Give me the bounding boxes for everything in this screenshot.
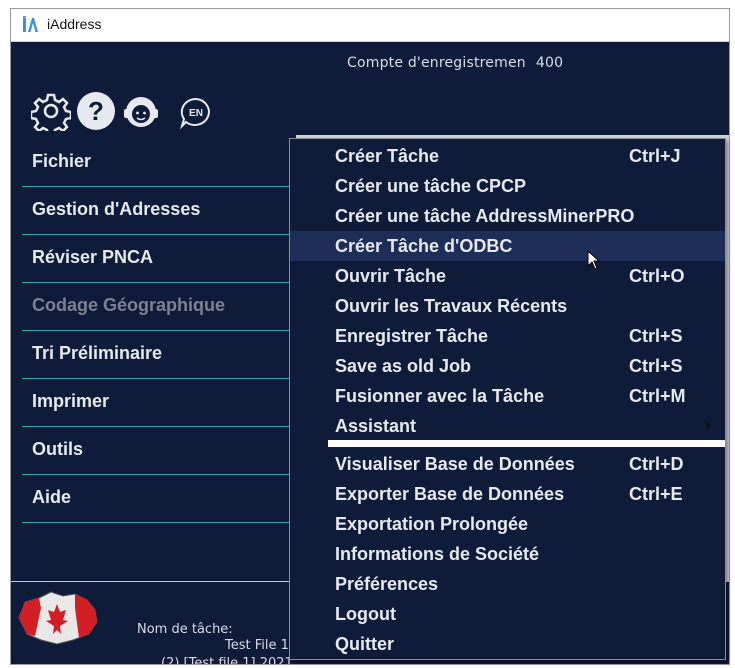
menu-item-shortcut: Ctrl+S	[629, 326, 683, 346]
nav-item-label: Fichier	[32, 151, 92, 171]
nav-item-label: Outils	[32, 439, 84, 459]
help-icon[interactable]: ?	[76, 91, 116, 131]
menu-item-shortcut: Ctrl+S	[629, 356, 683, 376]
menu-item-label: Exportation Prolongée	[335, 514, 529, 534]
menu-item-exportation-prolongee[interactable]: Exportation Prolongée	[290, 509, 725, 539]
menu-item-shortcut: Ctrl+O	[629, 266, 685, 286]
menu-item-save-as-old-job[interactable]: Save as old Job Ctrl+S	[290, 351, 725, 381]
mouse-cursor-icon	[587, 250, 601, 270]
nav-item-label: Codage Géographique	[32, 295, 226, 315]
app-logo-icon	[23, 16, 38, 32]
submenu-arrow-icon	[706, 421, 711, 431]
menu-item-ouvrir-les-travaux-recents[interactable]: Ouvrir les Travaux Récents	[290, 291, 725, 321]
menu-item-exporter-base-de-donnees[interactable]: Exporter Base de Données Ctrl+E	[290, 479, 725, 509]
nav-item-label: Tri Préliminaire	[32, 343, 163, 363]
menu-item-label: Créer une tâche CPCP	[335, 176, 527, 196]
nav-item-codage-geographique: Codage Géographique	[22, 283, 302, 331]
menu-item-logout[interactable]: Logout	[290, 599, 725, 629]
nav-item-outils[interactable]: Outils	[22, 427, 302, 475]
menu-item-label: Créer Tâche d'ODBC	[335, 236, 513, 256]
menu-item-ouvrir-tache[interactable]: Ouvrir Tâche Ctrl+O	[290, 261, 725, 291]
menu-item-creer-une-tache-cpcp[interactable]: Créer une tâche CPCP	[290, 171, 725, 201]
menu-item-label: Visualiser Base de Données	[335, 454, 575, 474]
svg-text:?: ?	[88, 96, 104, 126]
menu-item-label: Ouvrir Tâche	[335, 266, 447, 286]
job-name-value: Test File 1	[225, 638, 289, 653]
menu-item-creer-tache[interactable]: Créer Tâche Ctrl+J	[290, 141, 725, 171]
job-extra-info: (2) [Test file 1] 2021	[161, 656, 293, 665]
menu-item-label: Créer Tâche	[335, 146, 440, 166]
menu-item-visualiser-base-de-donnees[interactable]: Visualiser Base de Données Ctrl+D	[290, 449, 725, 479]
menu-item-label: Logout	[335, 604, 396, 624]
menu-item-label: Ouvrir les Travaux Récents	[335, 296, 568, 316]
menu-item-label: Save as old Job	[335, 356, 472, 376]
nav-item-gestion-d-adresses[interactable]: Gestion d'Adresses	[22, 187, 302, 235]
nav-item-label: Réviser PNCA	[32, 247, 154, 267]
menu-item-label: Fusionner avec la Tâche	[335, 386, 545, 406]
nav-item-fichier[interactable]: Fichier	[22, 139, 302, 187]
menu-item-assistant[interactable]: Assistant	[290, 411, 725, 441]
title-bar: iAddress	[11, 9, 729, 42]
menu-item-fusionner-avec-la-tache[interactable]: Fusionner avec la Tâche Ctrl+M	[290, 381, 725, 411]
menu-item-label: Assistant	[335, 416, 417, 436]
menu-item-shortcut: Ctrl+M	[629, 386, 686, 406]
menu-item-preferences[interactable]: Préférences	[290, 569, 725, 599]
nav-item-label: Gestion d'Adresses	[32, 199, 201, 219]
support-agent-icon[interactable]	[121, 91, 161, 131]
file-dropdown-menu: Créer Tâche Ctrl+J Créer une tâche CPCP Cré…	[289, 138, 726, 660]
nav-item-reviser-pnca[interactable]: Réviser PNCA	[22, 235, 302, 283]
menu-item-label: Enregistrer Tâche	[335, 326, 489, 346]
nav-item-imprimer[interactable]: Imprimer	[22, 379, 302, 427]
menu-item-shortcut: Ctrl+E	[629, 484, 683, 504]
nav-item-label: Imprimer	[32, 391, 110, 411]
menu-item-informations-de-societe[interactable]: Informations de Société	[290, 539, 725, 569]
main-nav: Fichier Gestion d'Adresses Réviser PNCA Cod…	[22, 139, 302, 523]
record-counter-value: 400	[535, 55, 564, 71]
gear-icon[interactable]	[31, 91, 71, 131]
menu-item-label: Exporter Base de Données	[335, 484, 565, 504]
job-name-label: Nom de tâche:	[137, 622, 233, 637]
nav-item-tri-preliminaire[interactable]: Tri Préliminaire	[22, 331, 302, 379]
menu-item-label: Quitter	[335, 634, 395, 654]
record-counter-label: Compte d'enregistremen	[347, 55, 526, 71]
record-counter: Compte d'enregistremen 400	[347, 55, 563, 71]
menu-item-label: Créer une tâche AddressMinerPRO	[335, 206, 635, 226]
menu-separator	[290, 440, 725, 447]
menu-item-enregistrer-tache[interactable]: Enregistrer Tâche Ctrl+S	[290, 321, 725, 351]
menu-item-creer-une-tache-addressminerpro[interactable]: Créer une tâche AddressMinerPRO	[290, 201, 725, 231]
menu-item-creer-tache-d-odbc[interactable]: Créer Tâche d'ODBC	[290, 231, 725, 261]
nav-item-aide[interactable]: Aide	[22, 475, 302, 523]
menu-item-quitter[interactable]: Quitter	[290, 629, 725, 659]
nav-item-label: Aide	[32, 487, 72, 507]
language-en-icon[interactable]: EN	[179, 97, 213, 129]
language-en-label: EN	[189, 108, 203, 119]
canada-flag-icon	[18, 591, 98, 645]
menu-item-shortcut: Ctrl+J	[629, 146, 681, 166]
menu-item-label: Informations de Société	[335, 544, 540, 564]
menu-item-shortcut: Ctrl+D	[629, 454, 684, 474]
menu-item-label: Préférences	[335, 574, 439, 594]
window-title: iAddress	[47, 16, 102, 32]
